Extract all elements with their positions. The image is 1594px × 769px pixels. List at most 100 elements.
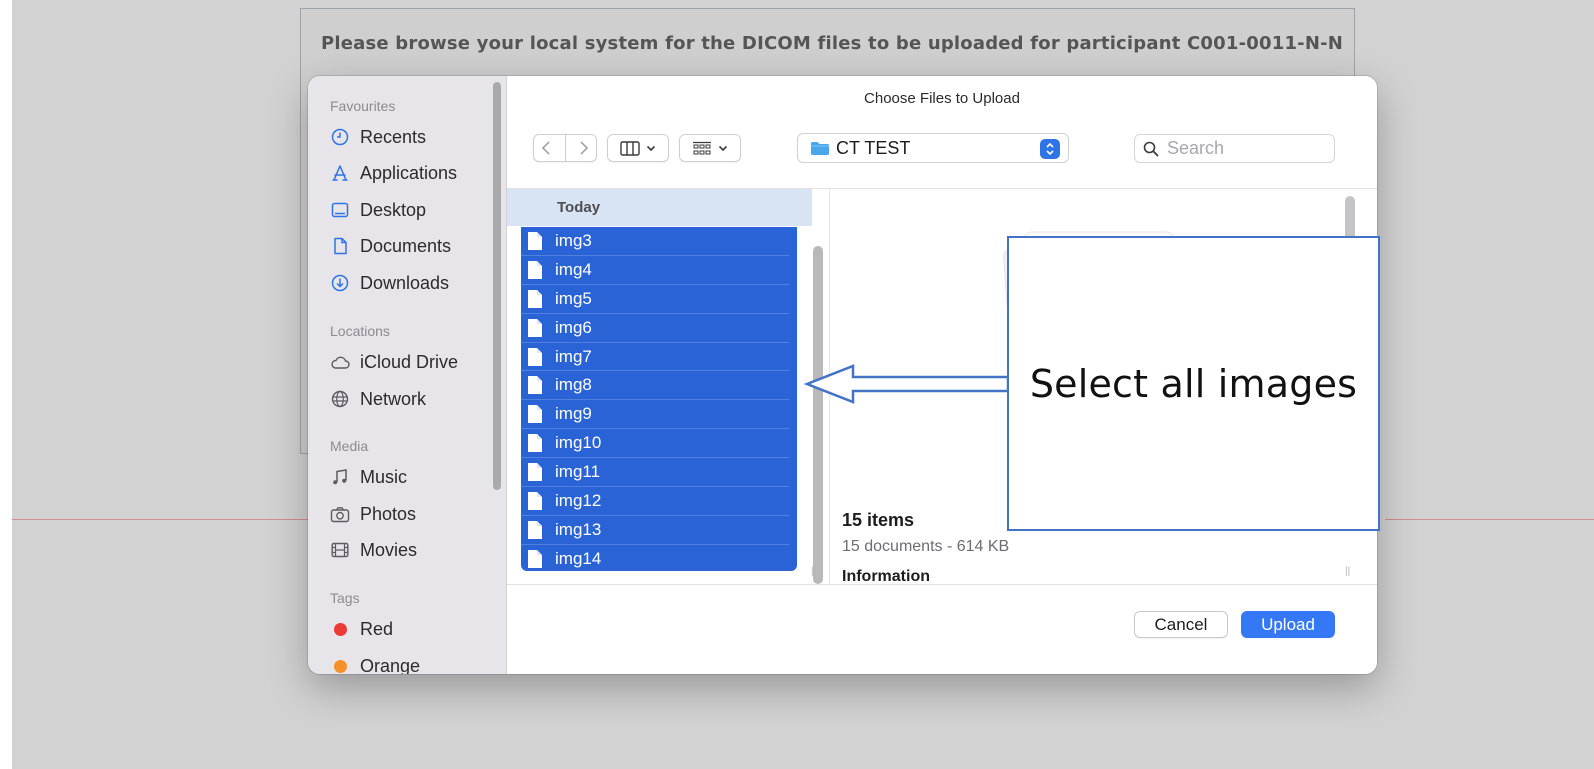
column-header-today: Today	[507, 189, 812, 226]
sidebar-item-downloads[interactable]: Downloads	[330, 270, 449, 296]
file-row[interactable]: img5	[521, 285, 789, 314]
folder-icon	[811, 142, 829, 155]
sidebar-item-applications[interactable]: Applications	[330, 160, 457, 186]
columns-view-icon	[620, 140, 640, 156]
file-row[interactable]: img3	[521, 227, 789, 256]
group-by-button[interactable]	[679, 134, 741, 162]
cancel-button[interactable]: Cancel	[1134, 611, 1228, 638]
sidebar-item-label: Photos	[360, 503, 417, 524]
file-name: img8	[555, 375, 592, 395]
upload-button[interactable]: Upload	[1241, 611, 1335, 638]
desktop-icon	[330, 200, 350, 220]
file-row[interactable]: img9	[521, 400, 789, 430]
sidebar-item-label: Documents	[360, 235, 452, 256]
file-row[interactable]: img12	[521, 487, 789, 516]
column-resize-handle[interactable]: ||	[811, 566, 816, 577]
file-row[interactable]: img7	[521, 343, 789, 372]
sidebar-item-documents[interactable]: Documents	[330, 233, 451, 259]
document-file-icon	[528, 231, 542, 250]
chevron-down-icon	[718, 145, 728, 151]
sidebar-item-icloud-drive[interactable]: iCloud Drive	[330, 349, 458, 375]
file-name: img6	[555, 317, 592, 337]
file-row[interactable]: img11	[521, 458, 789, 488]
tag-dot-icon	[330, 619, 350, 639]
segment-divider	[564, 135, 566, 161]
document-file-icon	[528, 405, 542, 424]
file-row[interactable]: img14	[521, 545, 789, 571]
document-file-icon	[528, 318, 542, 337]
sidebar-scrollbar[interactable]	[493, 82, 501, 490]
sidebar-item-network[interactable]: Network	[330, 386, 426, 412]
document-file-icon	[528, 463, 542, 482]
nav-buttons	[533, 134, 597, 162]
sidebar-item-recents[interactable]: Recents	[330, 124, 426, 150]
document-file-icon	[528, 347, 542, 366]
chevron-right-icon	[580, 141, 588, 155]
sidebar-item-label: Downloads	[360, 272, 450, 293]
file-name: img4	[555, 259, 592, 279]
back-button[interactable]	[534, 140, 559, 156]
sidebar-item-label: Network	[360, 388, 427, 409]
file-column: Today img3 img4 img5 img6 img7 img8 img9 img10 i…	[507, 189, 812, 584]
file-row[interactable]: img8	[521, 371, 789, 401]
file-row[interactable]: img13	[521, 516, 789, 545]
sidebar-item-label: Red	[360, 618, 394, 639]
callout-text: Select all images	[1029, 361, 1358, 406]
upload-instruction: Please browse your local system for the …	[321, 33, 1344, 54]
tag-dot-icon	[330, 656, 350, 674]
dialog-title: Choose Files to Upload	[864, 90, 1020, 107]
forward-button[interactable]	[571, 140, 596, 156]
sidebar-item-label: Desktop	[360, 199, 427, 220]
sidebar-item-photos[interactable]: Photos	[330, 501, 416, 527]
document-icon	[330, 236, 350, 256]
group-grid-icon	[693, 141, 711, 154]
search-input[interactable]	[1167, 138, 1327, 159]
file-name: img14	[555, 549, 602, 569]
footer-divider	[507, 584, 1377, 585]
film-icon	[330, 540, 350, 560]
camera-icon	[330, 504, 350, 524]
selection-detail: 15 documents - 614 KB	[842, 538, 1010, 555]
document-file-icon	[528, 520, 542, 539]
stepper-icon	[1040, 139, 1060, 159]
sidebar-heading-tags: Tags	[330, 590, 360, 606]
music-icon	[330, 467, 350, 487]
sidebar-item-label: Applications	[360, 162, 458, 183]
file-row[interactable]: img6	[521, 314, 789, 343]
sidebar-item-movies[interactable]: Movies	[330, 537, 417, 563]
document-file-icon	[528, 376, 542, 395]
preview-resize-handle[interactable]: ||	[1345, 566, 1350, 577]
sidebar-item-tag-orange[interactable]: Orange	[330, 653, 420, 674]
file-name: img13	[555, 519, 602, 539]
document-file-icon	[528, 260, 542, 279]
column-scrollbar[interactable]	[813, 246, 823, 584]
sidebar-item-music[interactable]: Music	[330, 464, 407, 490]
applications-icon	[330, 163, 350, 183]
sidebar-heading-media: Media	[330, 438, 369, 454]
sidebar-item-desktop[interactable]: Desktop	[330, 197, 426, 223]
selection-count: 15 items	[842, 510, 915, 530]
file-row[interactable]: img10	[521, 429, 789, 459]
file-list: img3 img4 img5 img6 img7 img8 img9 img10 img11 im…	[521, 227, 797, 571]
chevron-left-icon	[542, 141, 550, 155]
view-mode-button[interactable]	[607, 134, 669, 162]
annotation-callout: Select all images	[1007, 236, 1380, 531]
file-name: img7	[555, 346, 592, 366]
sidebar-item-tag-red[interactable]: Red	[330, 616, 393, 642]
sidebar-item-label: iCloud Drive	[360, 351, 459, 372]
search-icon	[1143, 141, 1159, 156]
divider-line-right	[1385, 519, 1594, 520]
file-row[interactable]: img4	[521, 256, 789, 285]
search-field[interactable]	[1134, 134, 1335, 163]
sidebar-item-label: Movies	[360, 539, 418, 560]
divider-line-left	[12, 519, 310, 520]
location-name: CT TEST	[836, 137, 911, 158]
location-popup[interactable]: CT TEST	[797, 133, 1069, 163]
file-name: img5	[555, 288, 592, 308]
document-file-icon	[528, 491, 542, 510]
tag-color-red	[333, 622, 347, 636]
file-name: img11	[555, 462, 601, 482]
tag-color-orange	[333, 659, 347, 673]
sidebar: Favourites Recents Applications Desktop …	[308, 76, 507, 674]
file-name: img12	[555, 490, 602, 510]
